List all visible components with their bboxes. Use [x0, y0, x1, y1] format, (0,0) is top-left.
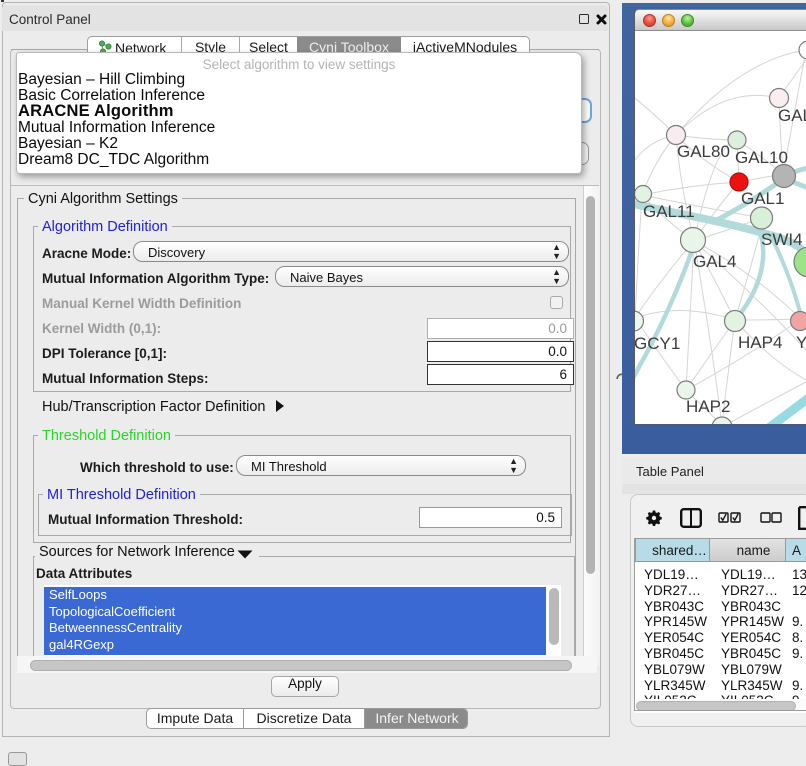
svg-text:GAL4: GAL4 — [693, 252, 736, 271]
svg-text:GAL80: GAL80 — [677, 142, 730, 161]
svg-text:GAL2: GAL2 — [778, 106, 806, 125]
svg-text:GCY1: GCY1 — [635, 334, 680, 353]
svg-text:GAL1: GAL1 — [741, 189, 784, 208]
svg-text:SWI4: SWI4 — [761, 230, 803, 249]
svg-text:YJ: YJ — [796, 333, 806, 352]
svg-text:GAL10: GAL10 — [735, 148, 788, 167]
svg-text:GAL11: GAL11 — [643, 202, 695, 221]
svg-text:HAP2: HAP2 — [686, 397, 730, 416]
svg-text:HAP4: HAP4 — [738, 333, 782, 352]
